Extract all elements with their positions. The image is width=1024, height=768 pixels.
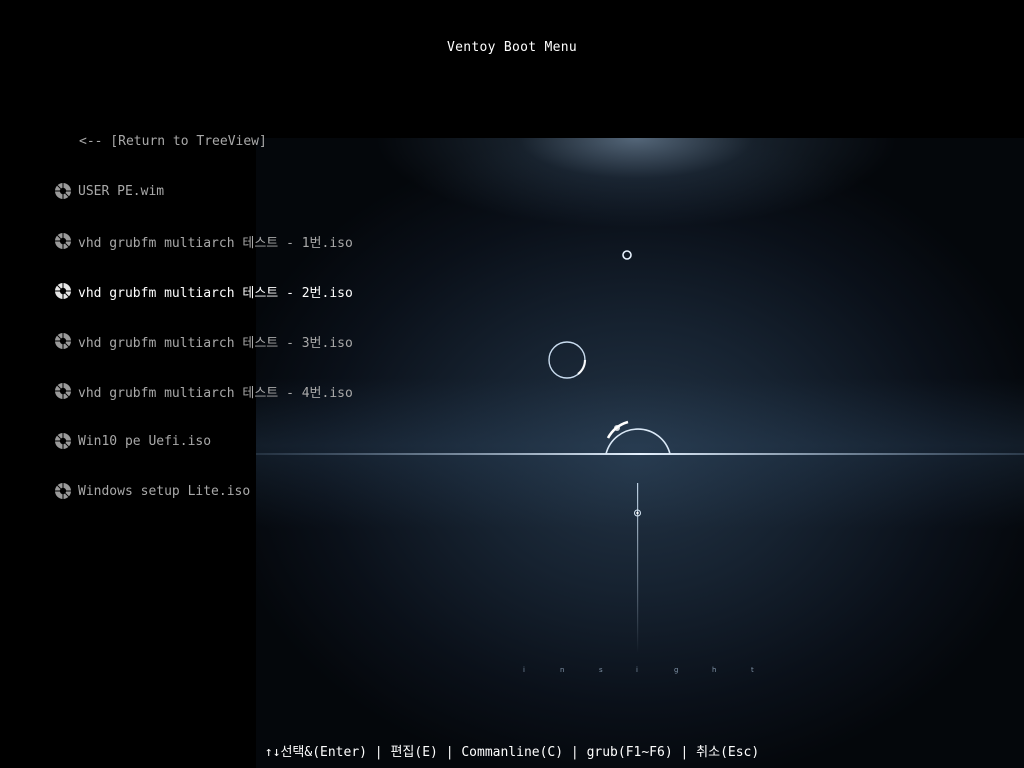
boot-entry-vhd-3[interactable]: vhd grubfm multiarch 테스트 - 3번.iso xyxy=(54,330,454,352)
keyboard-hint-bar: ↑↓선택&(Enter) | 편집(E) | Commanline(C) | g… xyxy=(264,745,760,760)
boot-entry-label: vhd grubfm multiarch 테스트 - 4번.iso xyxy=(78,385,353,401)
boot-entry-label: vhd grubfm multiarch 테스트 - 3번.iso xyxy=(78,335,353,351)
boot-entry-label: vhd grubfm multiarch 테스트 - 2번.iso xyxy=(78,285,353,301)
disc-icon xyxy=(54,382,72,400)
page-title: Ventoy Boot Menu xyxy=(446,40,578,55)
boot-entry-windows-setup[interactable]: Windows setup Lite.iso xyxy=(54,480,454,502)
boot-entry-user-pe[interactable]: USER PE.wim xyxy=(54,180,454,202)
disc-icon xyxy=(54,232,72,250)
boot-entry-win10-pe[interactable]: Win10 pe Uefi.iso xyxy=(54,430,454,452)
svg-text:h: h xyxy=(712,666,716,674)
boot-entry-vhd-4[interactable]: vhd grubfm multiarch 테스트 - 4번.iso xyxy=(54,380,454,402)
boot-entry-vhd-2-selected[interactable]: vhd grubfm multiarch 테스트 - 2번.iso xyxy=(54,280,454,302)
svg-text:t: t xyxy=(751,666,754,674)
return-to-treeview[interactable]: <-- [Return to TreeView] xyxy=(79,130,479,152)
svg-text:i: i xyxy=(523,666,525,674)
small-bubble xyxy=(622,250,632,260)
boot-entry-label: USER PE.wim xyxy=(78,183,165,199)
rising-arc xyxy=(605,428,671,455)
wordmark-letters: i n s i g h t xyxy=(523,666,754,674)
disc-icon xyxy=(54,432,72,450)
boot-entry-label: Win10 pe Uefi.iso xyxy=(78,433,212,449)
horizon-line xyxy=(256,453,1024,455)
boot-entry-label: Windows setup Lite.iso xyxy=(78,483,251,499)
svg-text:i: i xyxy=(636,666,638,674)
svg-text:s: s xyxy=(599,666,603,674)
disc-icon xyxy=(54,282,72,300)
return-label: <-- [Return to TreeView] xyxy=(79,133,267,149)
svg-text:g: g xyxy=(674,666,678,674)
svg-text:n: n xyxy=(560,666,564,674)
disc-icon xyxy=(54,482,72,500)
boot-entry-label: vhd grubfm multiarch 테스트 - 1번.iso xyxy=(78,235,353,251)
boot-entry-vhd-1[interactable]: vhd grubfm multiarch 테스트 - 1번.iso xyxy=(54,230,454,252)
disc-icon xyxy=(54,182,72,200)
disc-icon xyxy=(54,332,72,350)
light-beam xyxy=(637,483,639,653)
